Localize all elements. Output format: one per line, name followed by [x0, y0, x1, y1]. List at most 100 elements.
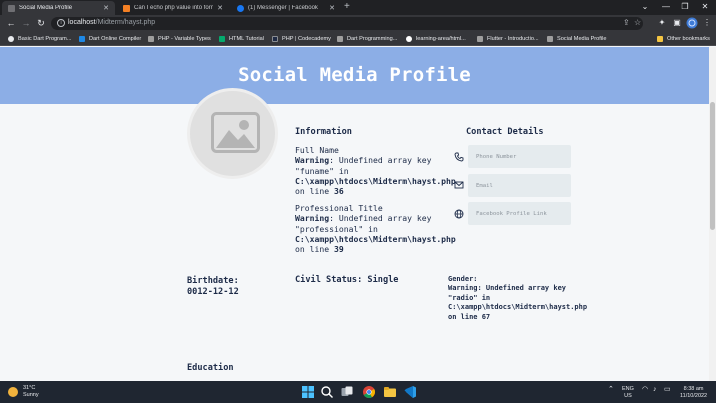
- facebook-icon: [237, 4, 244, 12]
- phone-icon: [454, 152, 464, 162]
- time-text: 8:38 am: [683, 386, 704, 392]
- close-tab-icon[interactable]: ✕: [103, 4, 109, 12]
- tab-search-icon[interactable]: ⌄: [634, 0, 656, 14]
- show-hidden-icons-chevron-icon[interactable]: ⌃: [608, 386, 614, 393]
- tab-title: Can I echo php value into form?: [134, 5, 214, 11]
- close-window-button[interactable]: ✕: [694, 0, 716, 14]
- gender-line: on line 67: [448, 312, 491, 321]
- file-explorer-icon[interactable]: [383, 385, 397, 399]
- bookmark-item[interactable]: Flutter - Introductio...: [477, 34, 539, 44]
- stackoverflow-icon: [123, 4, 130, 12]
- profile-avatar-icon[interactable]: [686, 17, 698, 29]
- maximize-button[interactable]: ❐: [674, 0, 696, 14]
- tab-stackoverflow[interactable]: Can I echo php value into form? ✕: [117, 1, 229, 15]
- site-info-icon[interactable]: i: [57, 19, 65, 27]
- bookmark-item[interactable]: HTML Tutorial: [219, 34, 264, 44]
- page-scrollbar[interactable]: [709, 47, 716, 381]
- bookmark-item[interactable]: PHP - Variable Types: [148, 34, 211, 44]
- search-icon[interactable]: [320, 385, 334, 399]
- education-heading: Education: [187, 363, 234, 373]
- language-indicator[interactable]: ENG US: [622, 386, 634, 400]
- browser-toolbar: ← → ↻ i localhost/Midterm/hayst.php ⇪ ☆ …: [0, 15, 716, 32]
- weather-condition-text: Sunny: [23, 392, 39, 398]
- file-path: C:\xampp\htdocs\Midterm\hayst.php: [295, 175, 456, 186]
- github-icon: [406, 36, 412, 42]
- page-viewport: Social Media Profile Information Full Na…: [0, 47, 709, 381]
- professional-title-label: Professional Title: [295, 203, 383, 213]
- image-placeholder-icon: [211, 112, 260, 153]
- facebook-link-input[interactable]: [468, 202, 571, 225]
- page-icon: [148, 36, 154, 42]
- clock[interactable]: 8:38 am 11/10/2022: [680, 386, 707, 400]
- folder-icon: [657, 36, 663, 42]
- gender-label: Gender:: [448, 275, 478, 283]
- share-icon[interactable]: ⇪: [623, 18, 630, 27]
- other-bookmarks-folder[interactable]: Other bookmarks: [657, 34, 710, 44]
- email-icon: [454, 181, 464, 189]
- birthdate-label: Birthdate:: [187, 276, 239, 286]
- bookmark-star-icon[interactable]: ☆: [634, 18, 641, 27]
- globe-icon: [8, 36, 14, 42]
- close-tab-icon[interactable]: ✕: [329, 4, 335, 12]
- date-text: 11/10/2022: [680, 393, 708, 399]
- side-panel-icon[interactable]: ▣: [671, 17, 683, 29]
- tab-title: (1) Messenger | Facebook: [248, 5, 318, 11]
- globe-icon: [454, 209, 464, 219]
- scrollbar-thumb[interactable]: [710, 102, 715, 230]
- page-icon: [337, 36, 343, 42]
- tab-title: Social Media Profile: [19, 5, 73, 11]
- volume-icon[interactable]: ♪: [653, 386, 657, 393]
- back-arrow-icon[interactable]: ←: [4, 16, 18, 30]
- page-icon: [547, 36, 553, 42]
- page-icon: [477, 36, 483, 42]
- full-name-block: Full Name Warning: Undefined array key "…: [295, 145, 456, 197]
- forward-arrow-icon[interactable]: →: [19, 16, 33, 30]
- windows-taskbar: 31°C Sunny ⌃ ENG US ◠ ♪ ▭ 8:38 am 11/10/…: [0, 381, 716, 403]
- civil-status-text: Civil Status: Single: [295, 275, 399, 285]
- tab-social-media-profile[interactable]: Social Media Profile ✕: [2, 1, 115, 15]
- gender-warning: Warning: Undefined array key "radio" in: [448, 284, 567, 302]
- email-input[interactable]: [468, 174, 571, 197]
- url-text[interactable]: localhost/Midterm/hayst.php: [68, 19, 155, 26]
- vscode-icon[interactable]: [403, 385, 417, 399]
- bookmarks-bar: Basic Dart Program... Dart Online Compil…: [0, 32, 716, 46]
- close-tab-icon[interactable]: ✕: [217, 4, 223, 12]
- information-heading: Information: [295, 127, 352, 137]
- page-banner: Social Media Profile: [0, 47, 709, 104]
- battery-icon[interactable]: ▭: [664, 386, 671, 393]
- gender-block: Gender: Warning: Undefined array key "ra…: [448, 275, 588, 322]
- address-bar[interactable]: i localhost/Midterm/hayst.php ⇪ ☆: [51, 17, 643, 30]
- bookmark-item[interactable]: PHP | Codecademy: [272, 34, 331, 44]
- wifi-icon[interactable]: ◠: [642, 386, 648, 393]
- file-path: C:\xampp\htdocs\Midterm\hayst.php: [295, 233, 456, 244]
- full-name-label: Full Name: [295, 145, 339, 155]
- profile-picture-placeholder[interactable]: [187, 88, 278, 179]
- temperature-text: 31°C: [23, 385, 36, 391]
- bookmark-item[interactable]: Basic Dart Program...: [8, 34, 71, 44]
- w3schools-icon: [219, 36, 225, 42]
- reload-icon[interactable]: ↻: [34, 16, 48, 30]
- dart-icon: [79, 36, 85, 42]
- phone-number-input[interactable]: [468, 145, 571, 168]
- weather-widget[interactable]: 31°C Sunny: [8, 385, 39, 399]
- sun-icon: [8, 387, 18, 397]
- birthdate-value: 0012-12-12: [187, 287, 239, 297]
- task-view-icon[interactable]: [340, 385, 354, 399]
- menu-kebab-icon[interactable]: ⋮: [701, 17, 713, 29]
- windows-start-icon[interactable]: [301, 385, 315, 399]
- extensions-icon[interactable]: ✦: [656, 17, 668, 29]
- bookmark-item[interactable]: Social Media Profile: [547, 34, 606, 44]
- chrome-icon[interactable]: [362, 385, 376, 399]
- page-favicon-icon: [8, 4, 15, 12]
- bookmark-item[interactable]: Dart Programming...: [337, 34, 397, 44]
- new-tab-button[interactable]: +: [344, 1, 350, 12]
- professional-title-block: Professional Title Warning: Undefined ar…: [295, 203, 456, 255]
- browser-tab-strip: Social Media Profile ✕ Can I echo php va…: [0, 0, 716, 15]
- bookmark-item[interactable]: Dart Online Compiler: [79, 34, 141, 44]
- page-title: Social Media Profile: [238, 64, 471, 86]
- tab-messenger[interactable]: (1) Messenger | Facebook ✕: [231, 1, 341, 15]
- codecademy-icon: [272, 36, 278, 42]
- contact-details-heading: Contact Details: [466, 127, 544, 137]
- bookmark-item[interactable]: learning-area/html...: [406, 34, 466, 44]
- file-path: C:\xampp\htdocs\Midterm\hayst.php: [448, 303, 588, 312]
